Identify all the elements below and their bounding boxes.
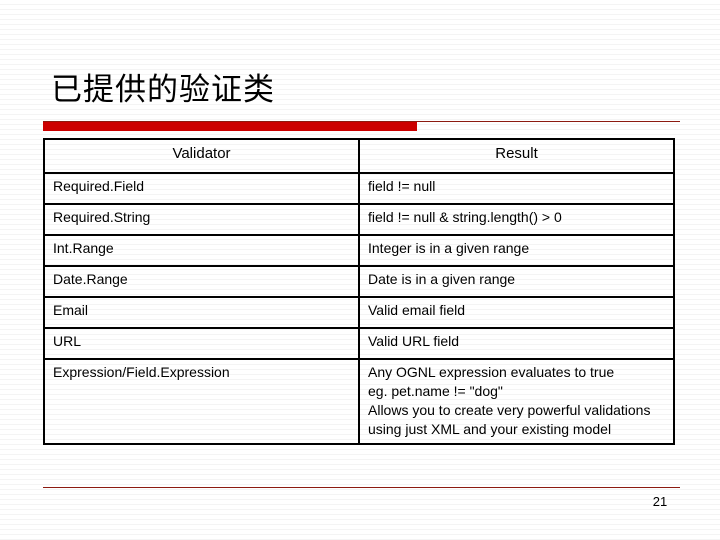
cell-validator: Expression/Field.Expression (43, 358, 360, 445)
cell-validator: URL (43, 327, 360, 360)
page-title: 已提供的验证类 (51, 72, 275, 108)
table-row: URL Valid URL field (43, 327, 675, 360)
table-row: Email Valid email field (43, 296, 675, 329)
cell-result: field != null (358, 172, 675, 205)
column-header-result: Result (358, 138, 675, 174)
slide-canvas: 已提供的验证类 Validator Result Required.Field … (0, 0, 720, 540)
column-header-validator: Validator (43, 138, 360, 174)
cell-result: Date is in a given range (358, 265, 675, 298)
title-divider-accent-bar (43, 122, 417, 131)
cell-result: Valid email field (358, 296, 675, 329)
cell-validator: Date.Range (43, 265, 360, 298)
table-row: Required.String field != null & string.l… (43, 203, 675, 236)
table-header-row: Validator Result (43, 138, 675, 174)
validator-table: Validator Result Required.Field field !=… (43, 138, 675, 445)
cell-result: Valid URL field (358, 327, 675, 360)
table-row: Expression/Field.Expression Any OGNL exp… (43, 358, 675, 445)
cell-result: field != null & string.length() > 0 (358, 203, 675, 236)
page-number: 21 (652, 494, 668, 509)
cell-result: Any OGNL expression evaluates to true eg… (358, 358, 675, 445)
cell-validator: Email (43, 296, 360, 329)
footer-divider (43, 487, 680, 488)
table-row: Int.Range Integer is in a given range (43, 234, 675, 267)
cell-validator: Required.Field (43, 172, 360, 205)
table-row: Required.Field field != null (43, 172, 675, 205)
cell-validator: Int.Range (43, 234, 360, 267)
table-row: Date.Range Date is in a given range (43, 265, 675, 298)
cell-result: Integer is in a given range (358, 234, 675, 267)
cell-validator: Required.String (43, 203, 360, 236)
